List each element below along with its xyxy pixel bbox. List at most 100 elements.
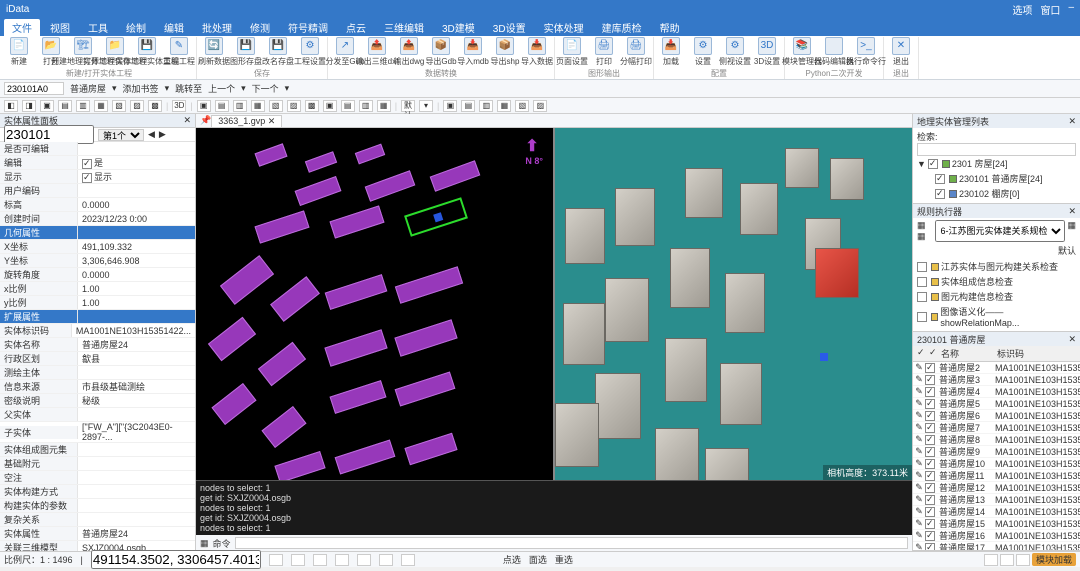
prop-value[interactable]: 歙县	[78, 352, 195, 365]
ribbon-输出dwg[interactable]: 📤输出dwg	[396, 37, 422, 67]
toolbar-button[interactable]: ▨	[287, 100, 301, 112]
toolbar-button[interactable]: ▤	[58, 100, 72, 112]
toolbar-button[interactable]: ▤	[215, 100, 229, 112]
minimize-icon[interactable]: –	[1068, 2, 1074, 17]
ribbon-导出shp[interactable]: 📦导出shp	[492, 37, 518, 67]
toolbar-button[interactable]: ▧	[269, 100, 283, 112]
list-row[interactable]: ✎普通房屋17MA1001NE103H1535...	[913, 542, 1080, 550]
close-icon[interactable]: ✕	[183, 115, 191, 126]
ribbon-分幅打印[interactable]: 🖨分幅打印	[623, 37, 649, 67]
prop-value[interactable]: 0.0000	[78, 200, 195, 210]
status-tool[interactable]	[357, 554, 371, 566]
close-icon[interactable]: ✕	[1068, 116, 1076, 127]
ribbon-导入mdb[interactable]: 📥导入mdb	[460, 37, 486, 67]
ribbon-保存地理实体工程[interactable]: 💾保存地理实体工程	[134, 37, 160, 67]
menu-编辑[interactable]: 编辑	[156, 19, 192, 36]
prop-value[interactable]: 491,109.332	[78, 242, 195, 252]
menu-文件[interactable]: 文件	[4, 19, 40, 36]
rule-item[interactable]: 图像语义化——showRelationMap...	[917, 304, 1076, 329]
prop-value[interactable]: 显示	[78, 170, 195, 183]
ribbon-侧视设置[interactable]: ⚙侧视设置	[722, 37, 748, 67]
prop-value[interactable]: 市县级基础测绘	[78, 380, 195, 393]
toolbar-button[interactable]: ▦	[251, 100, 265, 112]
menu-3D建模[interactable]: 3D建模	[434, 19, 483, 36]
prop-value[interactable]: 普通房屋24	[78, 527, 195, 540]
ribbon-加载[interactable]: 📥加载	[658, 37, 684, 67]
status-icon[interactable]	[1016, 554, 1030, 566]
options-menu[interactable]: 选项	[1012, 2, 1032, 17]
ribbon-分发至Gdb[interactable]: ↗分发至Gdb	[332, 37, 358, 67]
toolbar-button[interactable]: ▣	[443, 100, 457, 112]
toolbar-button[interactable]: ▨	[533, 100, 547, 112]
rule-item[interactable]: 实体组成信息检查	[917, 274, 1076, 289]
menu-批处理[interactable]: 批处理	[194, 19, 240, 36]
toolbar-button[interactable]: ▦	[377, 100, 391, 112]
toolbar-button[interactable]: ▧	[112, 100, 126, 112]
prop-value[interactable]: 2023/12/23 0:00	[78, 214, 195, 224]
rule-item[interactable]: 图元构建信息检查	[917, 289, 1076, 304]
ribbon-设置[interactable]: ⚙设置	[690, 37, 716, 67]
rule-select[interactable]: 6-江苏图元实体建关系规检	[935, 220, 1065, 242]
toolbar-button[interactable]: 3D	[172, 100, 186, 112]
menu-实体处理[interactable]: 实体处理	[536, 19, 592, 36]
nav-right-icon[interactable]: ▶	[159, 129, 166, 140]
command-input[interactable]	[235, 537, 908, 549]
toolbar-button[interactable]: ▣	[323, 100, 337, 112]
toolbar-button[interactable]: ▥	[479, 100, 493, 112]
menu-点云[interactable]: 点云	[338, 19, 374, 36]
status-tool[interactable]	[335, 554, 349, 566]
viewport-3d[interactable]: 相机高度：373.11米	[555, 128, 912, 480]
menu-绘制[interactable]: 绘制	[118, 19, 154, 36]
toolbar-button[interactable]: ▾	[419, 100, 433, 112]
ribbon-代码编辑器[interactable]: 代码编辑器	[821, 37, 847, 67]
ribbon-退出[interactable]: ✕退出	[888, 37, 914, 67]
prop-value[interactable]: ["FW_A"]["{3C2043E0-2897-...	[78, 422, 195, 442]
default-button[interactable]: 默认	[1058, 246, 1076, 256]
prop-value[interactable]: 1.00	[78, 284, 195, 294]
prop-value[interactable]: 秘级	[78, 394, 195, 407]
ribbon-图形存盘[interactable]: 💾图形存盘	[233, 37, 259, 67]
ribbon-刷新数据[interactable]: 🔄刷新数据	[201, 37, 227, 67]
rule-item[interactable]: 江苏实体与图元构建关系检查	[917, 259, 1076, 274]
toolbar-button[interactable]: ▦	[497, 100, 511, 112]
ribbon-新建[interactable]: 📄新建	[6, 37, 32, 67]
prop-value[interactable]: 普通房屋24	[78, 338, 195, 351]
toolbar-button[interactable]: ▨	[130, 100, 144, 112]
status-icon[interactable]	[1000, 554, 1014, 566]
window-menu[interactable]: 窗口	[1040, 2, 1060, 17]
bookmark-dropdown[interactable]: 添加书签	[123, 82, 159, 95]
entity-search[interactable]	[917, 143, 1076, 156]
status-tool[interactable]	[401, 554, 415, 566]
close-icon[interactable]: ✕	[1068, 206, 1076, 217]
toolbar-button[interactable]: ▩	[148, 100, 162, 112]
close-icon[interactable]: ✕	[1068, 334, 1076, 345]
menu-符号精调[interactable]: 符号精调	[280, 19, 336, 36]
ribbon-导出Gdb[interactable]: 📦导出Gdb	[428, 37, 454, 67]
menu-工具[interactable]: 工具	[80, 19, 116, 36]
ribbon-3D设置[interactable]: 3D3D设置	[754, 37, 780, 67]
toolbar-button[interactable]: ◧	[4, 100, 18, 112]
nav-left-icon[interactable]: ◀	[148, 129, 155, 140]
tab-doc[interactable]: 3363_1.gvp ✕	[211, 115, 282, 127]
menu-帮助[interactable]: 帮助	[652, 19, 688, 36]
jump-label[interactable]: 跳转至	[175, 82, 202, 95]
ribbon-工程设置[interactable]: ⚙工程设置	[297, 37, 323, 67]
mode-select[interactable]: 点选	[503, 553, 521, 566]
viewport-2d[interactable]: ⬆N 8°	[196, 128, 553, 480]
prop-value[interactable]: 是	[78, 156, 195, 169]
ribbon-打印[interactable]: 🖨打印	[591, 37, 617, 67]
prop-value[interactable]: MA1001NE103H15351422...	[72, 326, 195, 336]
prev-button[interactable]: 上一个	[208, 82, 235, 95]
toolbar-button[interactable]: ▣	[197, 100, 211, 112]
status-tool[interactable]	[379, 554, 393, 566]
menu-建库质检[interactable]: 建库质检	[594, 19, 650, 36]
toolbar-button[interactable]: 默认	[401, 100, 415, 112]
tab-pin-icon[interactable]: 📌	[200, 115, 211, 126]
toolbar-button[interactable]: ▥	[359, 100, 373, 112]
status-tool[interactable]	[291, 554, 305, 566]
prop-value[interactable]: 1.00	[78, 298, 195, 308]
cmd-icon[interactable]: ▦	[200, 538, 209, 549]
toolbar-button[interactable]: ▤	[461, 100, 475, 112]
tree-item[interactable]: 230101 普通房屋[24]	[917, 171, 1076, 186]
toolbar-button[interactable]: ◨	[22, 100, 36, 112]
